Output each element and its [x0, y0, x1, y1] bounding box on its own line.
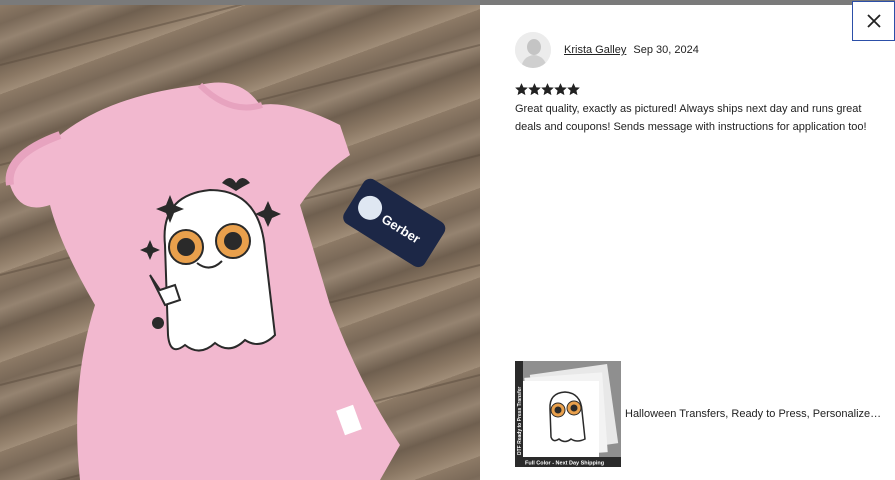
listing-link[interactable]: Full Color - Next Day Shipping DTF Ready…: [515, 361, 887, 467]
review-text: Great quality, exactly as pictured! Alwa…: [515, 103, 867, 133]
star-icon: [554, 83, 567, 96]
star-rating: [515, 83, 580, 96]
review-panel: Krista Galley Sep 30, 2024 Great quality…: [480, 1, 895, 480]
review-photo: Gerber: [0, 5, 480, 480]
close-button[interactable]: [852, 1, 895, 41]
onesie-photo-illustration: Gerber: [0, 5, 480, 480]
listing-thumbnail[interactable]: Full Color - Next Day Shipping DTF Ready…: [515, 361, 621, 467]
star-icon: [541, 83, 554, 96]
reviewer-info: Krista Galley Sep 30, 2024: [515, 32, 699, 68]
user-avatar-icon: [515, 32, 551, 68]
thumb-banner-text: Full Color - Next Day Shipping: [525, 461, 604, 467]
thumb-side-text: DTF Ready to Press Transfer: [517, 387, 523, 455]
avatar[interactable]: [515, 32, 551, 68]
close-icon: [866, 14, 881, 28]
star-icon: [515, 83, 528, 96]
listing-thumbnail-image: Full Color - Next Day Shipping DTF Ready…: [515, 361, 621, 467]
listing-title[interactable]: Halloween Transfers, Ready to Press, Per…: [625, 408, 887, 420]
star-icon: [567, 83, 580, 96]
reviewer-name-link[interactable]: Krista Galley: [564, 44, 626, 56]
review-date: Sep 30, 2024: [633, 44, 699, 56]
star-icon: [528, 83, 541, 96]
